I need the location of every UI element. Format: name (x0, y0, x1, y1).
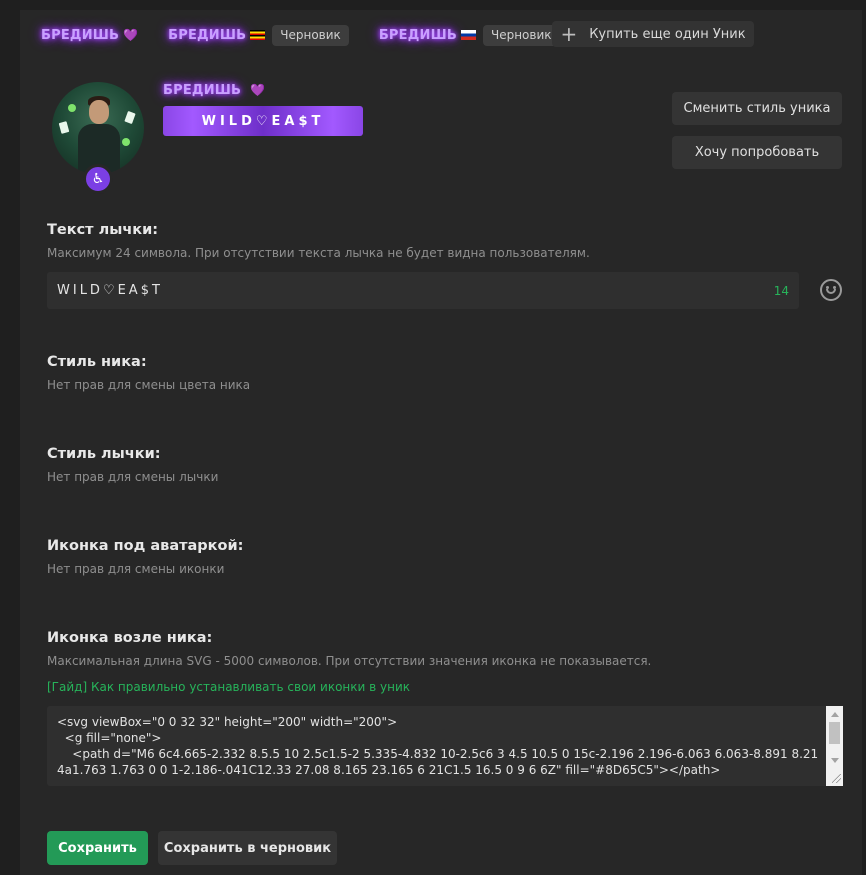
tag-text-title: Текст лычки: (47, 222, 159, 238)
char-counter: 14 (773, 283, 789, 298)
draft-badge: Черновик (482, 24, 560, 46)
tab-unique-2[interactable]: БРЕДИШЬ Черновик (168, 23, 349, 47)
avatar-head (89, 100, 109, 124)
plus-icon: + (560, 22, 578, 46)
profile-name-preview: БРЕДИШЬ 💜 (163, 79, 265, 98)
textarea-scrollbar[interactable] (826, 706, 843, 786)
tag-text-hint: Максимум 24 символа. При отсутствии текс… (47, 246, 590, 260)
profile-name: БРЕДИШЬ (163, 83, 242, 98)
wheelchair-icon: ♿ (83, 164, 113, 194)
buy-another-unique-button[interactable]: + Купить еще один Уник (552, 21, 754, 47)
nick-icon-title: Иконка возле ника: (47, 630, 213, 646)
save-draft-button[interactable]: Сохранить в черновик (158, 831, 337, 865)
russia-flag-icon (460, 30, 476, 40)
tag-text-input[interactable]: WILD♡EA$T 14 (47, 272, 799, 309)
tag-text-value: WILD♡EA$T (57, 283, 163, 298)
top-band (20, 0, 862, 10)
smiley-icon[interactable] (820, 279, 842, 301)
guide-link[interactable]: [Гайд] Как правильно устанавливать свои … (47, 680, 410, 694)
uganda-flag-icon (250, 30, 266, 40)
change-style-button[interactable]: Сменить стиль уника (672, 92, 842, 125)
avatar-icon-hint: Нет прав для смены иконки (47, 562, 225, 576)
scroll-up-icon[interactable] (831, 712, 839, 717)
chip-icon (122, 138, 130, 146)
tag-style-title: Стиль лычки: (47, 446, 161, 462)
chip-icon (68, 104, 76, 112)
resize-grip-icon[interactable] (832, 774, 841, 783)
tab-unique-1[interactable]: БРЕДИШЬ 💜 (41, 23, 138, 47)
purple-heart-icon: 💜 (123, 28, 139, 42)
scroll-down-icon[interactable] (831, 758, 839, 763)
nick-icon-hint: Максимальная длина SVG - 5000 символов. … (47, 654, 652, 668)
unique-tabs: БРЕДИШЬ 💜 БРЕДИШЬ Черновик БРЕДИШЬ Черно… (41, 22, 590, 48)
try-button[interactable]: Хочу попробовать (672, 136, 842, 169)
card-icon (58, 121, 70, 134)
save-button[interactable]: Сохранить (47, 831, 148, 865)
tag-preview: WILD♡EA$T (163, 106, 363, 136)
tab-name: БРЕДИШЬ (168, 27, 247, 43)
purple-heart-icon: 💜 (250, 83, 266, 97)
left-gutter (0, 0, 20, 875)
avatar (52, 82, 144, 174)
tab-unique-3[interactable]: БРЕДИШЬ Черновик (379, 23, 560, 47)
scroll-thumb[interactable] (829, 722, 840, 744)
buy-button-label: Купить еще один Уник (589, 26, 746, 42)
tab-name: БРЕДИШЬ (41, 27, 120, 43)
nick-style-title: Стиль ника: (47, 354, 147, 370)
tab-name: БРЕДИШЬ (378, 27, 457, 43)
avatar-icon-title: Иконка под аватаркой: (47, 538, 244, 554)
right-gutter (862, 0, 866, 875)
nick-style-hint: Нет прав для смены цвета ника (47, 378, 251, 392)
svg-code-textarea[interactable]: <svg viewBox="0 0 32 32" height="200" wi… (47, 706, 843, 786)
tag-style-hint: Нет прав для смены лычки (47, 470, 219, 484)
card-icon (124, 110, 136, 125)
draft-badge: Черновик (272, 24, 349, 46)
